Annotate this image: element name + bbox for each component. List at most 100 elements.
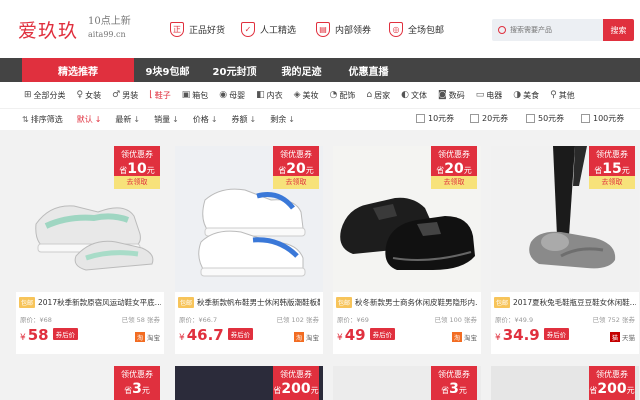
- shop-source: 淘淘宝: [452, 332, 477, 342]
- feature-label: 全场包邮: [408, 26, 445, 36]
- check-shield-icon: ✓: [241, 22, 255, 37]
- coupon-tag[interactable]: 领优惠券 省10元 去领取: [114, 146, 160, 189]
- category-digital[interactable]: ◙ 数码: [438, 90, 465, 101]
- category-sports[interactable]: ◐ 文体: [401, 90, 427, 101]
- product-title[interactable]: 包邮 秋冬新款男士商务休闲皮鞋男隐形内…: [336, 296, 478, 308]
- product-meta: 原价：¥68 已领 58 张券: [20, 316, 160, 324]
- product-title[interactable]: 包邮 2017秋季新款原宿风运动鞋女平底…: [19, 296, 161, 308]
- arrow-down-icon: ↓: [133, 115, 141, 124]
- search-input[interactable]: [510, 26, 600, 34]
- arrow-down-icon: ↓: [210, 115, 218, 124]
- feature-label: 正品好货: [189, 26, 226, 36]
- claim-coupon-button[interactable]: 去领取: [114, 176, 160, 189]
- shipping-icon: ◎: [389, 22, 403, 37]
- search-box: [492, 19, 603, 41]
- product-meta: 原价：¥69 已领 100 张券: [337, 316, 477, 324]
- baby-icon: ◉: [219, 90, 228, 100]
- feature-genuine: 正正品好货: [170, 22, 225, 37]
- shoe-icon: ⌊: [149, 90, 153, 100]
- category-shoes[interactable]: ⌊ 鞋子: [149, 90, 171, 101]
- product-title[interactable]: 包邮 秋季新款帆布鞋男士休闲韩版潮鞋板鞋…: [178, 296, 320, 308]
- category-underwear[interactable]: ◧ 内衣: [256, 90, 283, 101]
- product-card[interactable]: 领优惠券 省20元 去领取 包邮 秋冬新款男士商务休闲皮鞋男隐形内… 原价：¥69…: [333, 146, 481, 354]
- site-header: 爱玖玖 10点上新 aita99.cn 正正品好货 ✓ 人工精选 ▤ 内部领券 ◎ 全…: [0, 0, 640, 58]
- checkbox[interactable]: [526, 114, 535, 123]
- product-card[interactable]: 领优惠券 省3元: [16, 366, 164, 400]
- product-card[interactable]: 领优惠券 省200元: [175, 366, 323, 400]
- category-beauty[interactable]: ◈ 美妆: [294, 90, 319, 101]
- nav-9-9[interactable]: 9块9包邮: [134, 58, 201, 82]
- nav-featured[interactable]: 精选推荐: [22, 58, 134, 82]
- category-appliances[interactable]: ▭ 电器: [476, 90, 503, 101]
- free-shipping-badge: 包邮: [178, 296, 195, 308]
- product-card[interactable]: 领优惠券 省3元: [333, 366, 481, 400]
- coupon-tag[interactable]: 领优惠券 省3元: [114, 366, 160, 400]
- product-card[interactable]: 领优惠券 省15元 去领取 包邮 2017夏秋兔毛鞋瓶豆豆鞋女休闲鞋… 原价：¥4…: [491, 146, 639, 354]
- sort-newest[interactable]: 最新 ↓: [115, 114, 140, 125]
- checkbox[interactable]: [581, 114, 590, 123]
- feature-free-shipping: ◎ 全场包邮: [389, 22, 444, 37]
- bag-icon: ▣: [181, 90, 191, 100]
- feature-label: 内部领券: [335, 26, 372, 36]
- sort-default[interactable]: 默认 ↓: [77, 114, 102, 125]
- search-icon: [498, 26, 506, 34]
- category-accessories[interactable]: ◔ 配饰: [330, 90, 356, 101]
- checkbox[interactable]: [470, 114, 479, 123]
- sort-price[interactable]: 价格 ↓: [193, 114, 218, 125]
- tmall-icon: 猫: [610, 332, 620, 342]
- nav-history[interactable]: 我的足迹: [268, 58, 335, 82]
- coupon-tag[interactable]: 领优惠券 省15元 去领取: [589, 146, 635, 189]
- coupon-tag[interactable]: 领优惠券 省20元 去领取: [431, 146, 477, 189]
- accessory-icon: ◔: [329, 90, 338, 100]
- taobao-icon: 淘: [452, 332, 462, 342]
- shop-source: 淘淘宝: [135, 332, 160, 342]
- product-price: ¥34.9 券后价: [495, 326, 570, 344]
- category-bags[interactable]: ▣ 箱包: [182, 90, 209, 101]
- category-home[interactable]: ⌂ 居家: [366, 90, 390, 101]
- after-coupon-badge: 券后价: [227, 328, 254, 340]
- taobao-icon: 淘: [294, 332, 304, 342]
- category-bar: ⊞ 全部分类 ♀ 女装 ♂ 男装 ⌊ 鞋子 ▣ 箱包 ◉ 母婴 ◧ 内衣 ◈ 美妆 ◔ 配饰 ⌂ 居…: [0, 82, 640, 108]
- checkbox[interactable]: [416, 114, 425, 123]
- sort-remaining[interactable]: 剩余 ↓: [270, 114, 295, 125]
- product-title[interactable]: 包邮 2017夏秋兔毛鞋瓶豆豆鞋女休闲鞋…: [494, 296, 636, 308]
- category-women[interactable]: ♀ 女装: [77, 90, 102, 101]
- sort-coupon[interactable]: 券额 ↓: [232, 114, 257, 125]
- filter-coupon-10[interactable]: 10元券: [416, 113, 454, 124]
- feature-label: 人工精选: [260, 26, 297, 36]
- filter-coupon-50[interactable]: 50元券: [526, 113, 564, 124]
- product-card[interactable]: 领优惠券 省200元: [491, 366, 639, 400]
- product-card[interactable]: 领优惠券 省10元 去领取 包邮 2017秋季新款原宿风运动鞋女平底… 原价：¥6…: [16, 146, 164, 354]
- site-logo[interactable]: 爱玖玖: [18, 16, 78, 43]
- other-icon: ⚲: [550, 90, 557, 100]
- category-baby[interactable]: ◉ 母婴: [219, 90, 245, 101]
- sort-sales[interactable]: 销量 ↓: [154, 114, 179, 125]
- search-button[interactable]: 搜索: [603, 19, 634, 41]
- category-food[interactable]: ◑ 美食: [513, 90, 539, 101]
- free-shipping-badge: 包邮: [494, 296, 511, 308]
- category-men[interactable]: ♂ 男装: [112, 90, 138, 101]
- filter-coupon-100[interactable]: 100元券: [581, 113, 624, 124]
- nav-20-cap[interactable]: 20元封顶: [201, 58, 268, 82]
- product-price: ¥58 券后价: [20, 326, 79, 344]
- claim-coupon-button[interactable]: 去领取: [273, 176, 319, 189]
- feature-curated: ✓ 人工精选: [241, 22, 296, 37]
- claim-coupon-button[interactable]: 去领取: [589, 176, 635, 189]
- product-card[interactable]: 领优惠券 省20元 去领取 包邮 秋季新款帆布鞋男士休闲韩版潮鞋板鞋… 原价：¥6…: [175, 146, 323, 354]
- sort-filter[interactable]: ⇅ 排序筛选: [22, 114, 63, 125]
- shield-icon: 正: [170, 22, 184, 37]
- coupon-tag[interactable]: 领优惠券 省200元: [589, 366, 635, 400]
- coupon-tag[interactable]: 领优惠券 省20元 去领取: [273, 146, 319, 189]
- coupon-tag[interactable]: 领优惠券 省200元: [273, 366, 319, 400]
- filter-coupon-20[interactable]: 20元券: [470, 113, 508, 124]
- claim-coupon-button[interactable]: 去领取: [431, 176, 477, 189]
- nav-live-deals[interactable]: 优惠直播: [335, 58, 402, 82]
- after-coupon-badge: 券后价: [543, 328, 570, 340]
- category-other[interactable]: ⚲ 其他: [550, 90, 575, 101]
- product-meta: 原价：¥49.9 已领 752 张券: [495, 316, 635, 324]
- grid-icon: ⊞: [24, 90, 32, 100]
- arrow-down-icon: ↓: [288, 115, 295, 124]
- after-coupon-badge: 券后价: [369, 328, 396, 340]
- category-all[interactable]: ⊞ 全部分类: [24, 90, 66, 101]
- coupon-tag[interactable]: 领优惠券 省3元: [431, 366, 477, 400]
